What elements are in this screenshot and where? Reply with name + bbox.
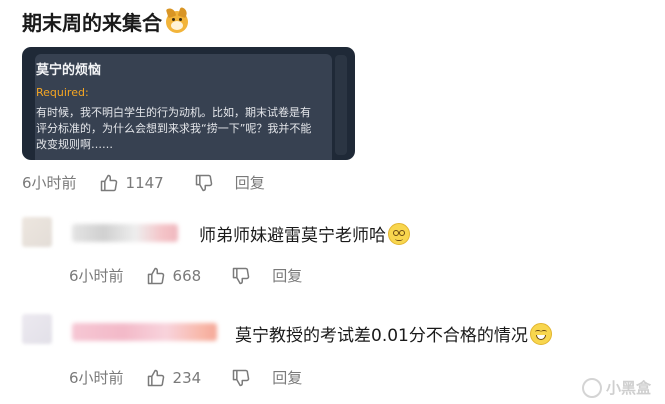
comment-action-row: 6小时前 668 回复 <box>69 265 302 286</box>
comment-text-content: 莫宁教授的考试差0.01分不合格的情况 <box>235 326 528 346</box>
thumbs-down-icon[interactable] <box>231 266 251 286</box>
comment-reply-button[interactable]: 回复 <box>272 265 302 286</box>
watermark-text: 小黑盒 <box>605 379 651 397</box>
thumbs-down-icon[interactable] <box>194 173 214 193</box>
thumbs-up-icon[interactable] <box>146 368 166 388</box>
username-blurred[interactable] <box>72 224 178 242</box>
card-body-text: 有时候，我不明白学生的行为动机。比如，期末试卷是有评分标准的，为什么会想到来求我… <box>36 106 312 151</box>
card-title: 莫宁的烦恼 <box>36 63 102 78</box>
avatar[interactable] <box>22 314 52 344</box>
post-image-card[interactable]: 莫宁的烦恼 Required: 有时候，我不明白学生的行为动机。比如，期末试卷是… <box>22 47 355 160</box>
thumbs-up-icon[interactable] <box>99 173 119 193</box>
dog-emoji-icon <box>166 10 188 33</box>
post-time: 6小时前 <box>22 174 77 192</box>
post-title-text: 期末周的来集合 <box>22 11 162 35</box>
brand-logo-icon <box>581 377 602 398</box>
watermark: 小黑盒 <box>581 377 651 398</box>
happy-face-icon <box>529 322 552 345</box>
thumbs-up-icon[interactable] <box>146 266 166 286</box>
card-scrollbar <box>335 55 347 155</box>
post-reply-button[interactable]: 回复 <box>235 172 265 193</box>
comment-action-row: 6小时前 234 回复 <box>69 367 302 388</box>
comment-text: 师弟师妹避雷莫宁老师哈 <box>199 221 410 246</box>
comment-like-count: 234 <box>172 368 202 387</box>
card-required-label: Required: <box>36 86 89 99</box>
comment-like-count: 668 <box>172 266 202 285</box>
thumbs-down-icon[interactable] <box>231 368 251 388</box>
comment-text-content: 师弟师妹避雷莫宁老师哈 <box>199 226 386 246</box>
comment-time: 6小时前 <box>69 369 124 387</box>
post-action-row: 6小时前 1147 回复 <box>22 172 265 193</box>
post-like-count: 1147 <box>125 173 164 192</box>
comment-reply-button[interactable]: 回复 <box>272 367 302 388</box>
username-blurred[interactable] <box>72 323 217 341</box>
comment-text: 莫宁教授的考试差0.01分不合格的情况 <box>235 321 552 346</box>
comment-time: 6小时前 <box>69 267 124 285</box>
post-title: 期末周的来集合 <box>22 7 188 36</box>
cool-face-icon <box>388 222 410 245</box>
avatar[interactable] <box>22 217 52 247</box>
